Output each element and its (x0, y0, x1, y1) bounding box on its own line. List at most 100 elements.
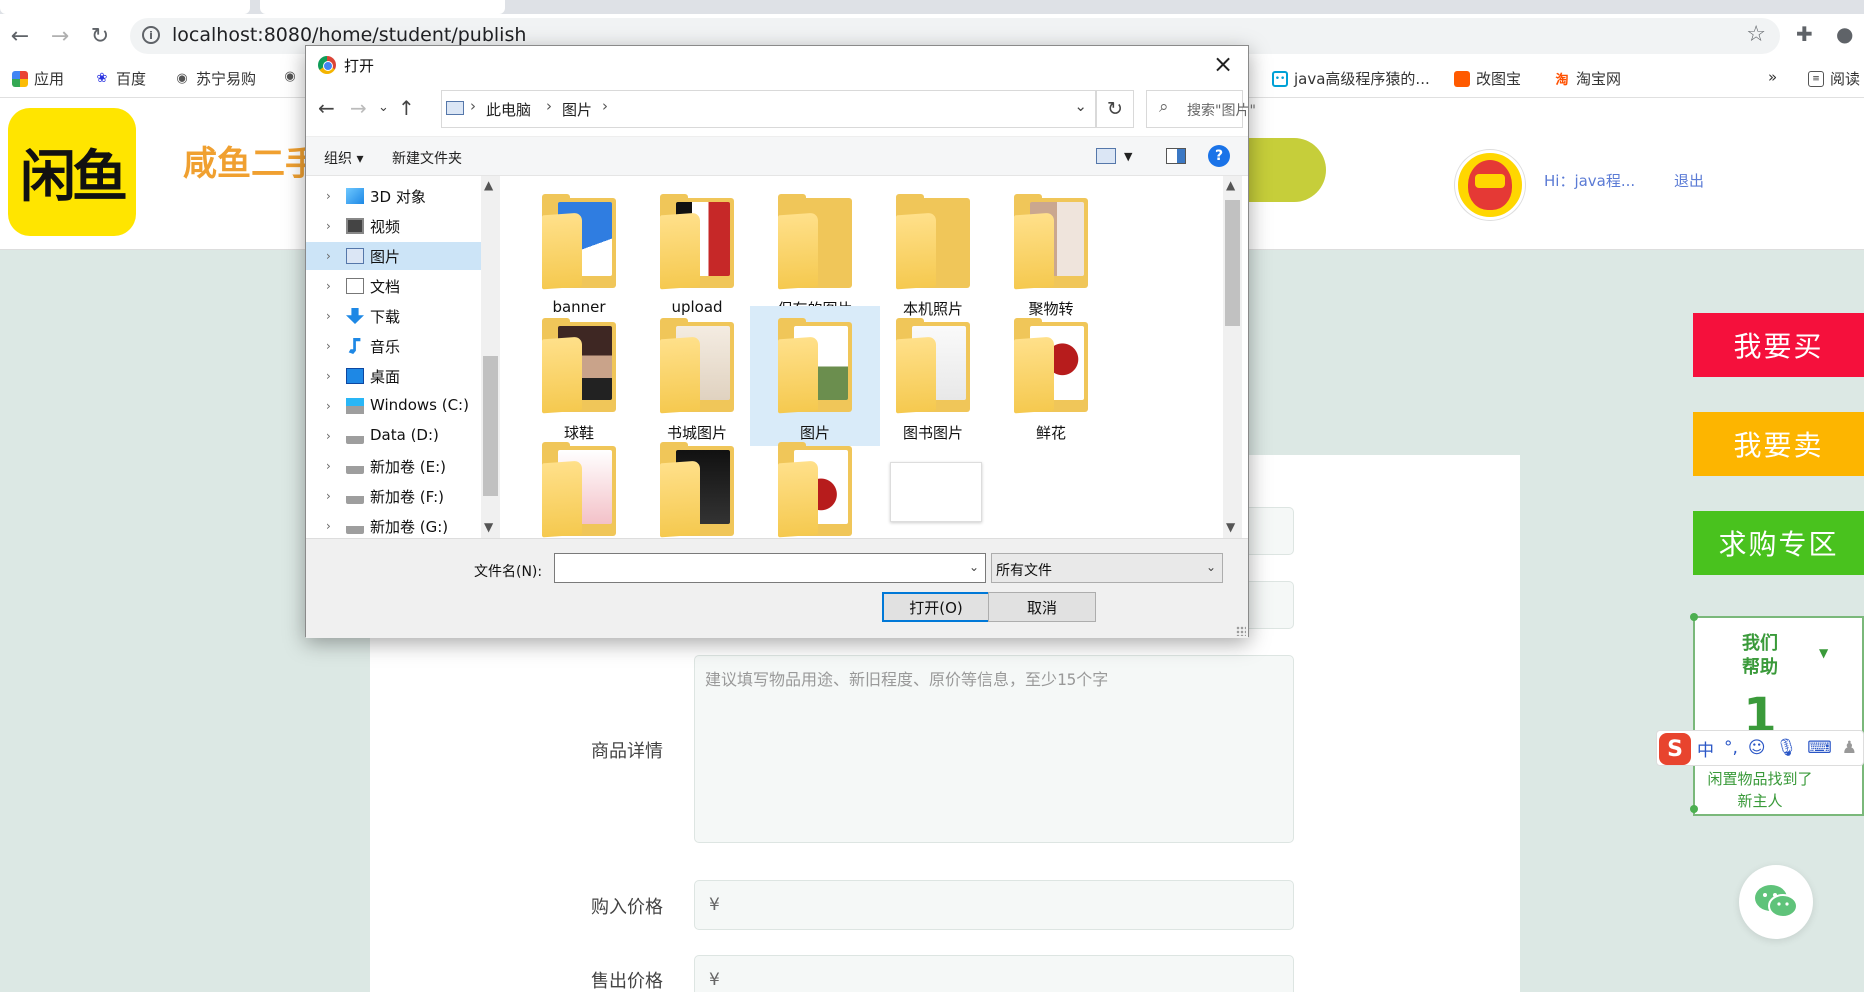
tree-scrollbar[interactable]: ▲ ▼ (481, 176, 500, 538)
emoji-icon[interactable]: ☺ (1748, 738, 1766, 758)
tree-item[interactable]: › 新加卷 (G:) (306, 512, 481, 540)
organize-button[interactable]: 组织 ▾ (324, 148, 363, 168)
chevron-right-icon[interactable]: › (470, 97, 476, 115)
folder-item[interactable]: 图片 (750, 306, 880, 446)
folder-item[interactable] (750, 430, 880, 538)
bookmark-gaitubao[interactable]: 改图宝 (1454, 68, 1521, 89)
scroll-thumb[interactable] (1225, 200, 1240, 326)
breadcrumb-pictures[interactable]: 图片 (562, 99, 592, 120)
folder-item[interactable]: 图书图片 (868, 306, 998, 446)
chevron-right-icon[interactable]: › (326, 369, 331, 383)
chevron-right-icon[interactable]: › (326, 219, 331, 233)
site-info-icon[interactable]: i (142, 26, 160, 44)
extensions-icon[interactable]: ✚ (1796, 22, 1813, 46)
help-icon[interactable]: ? (1208, 145, 1230, 167)
folder-item[interactable]: 保存的图片 (750, 182, 880, 322)
filename-input[interactable]: ⌄ (554, 553, 986, 583)
help-widget[interactable]: 我们 帮助 ▼ 1 闲置物品找到了 新主人 (1690, 613, 1864, 816)
browser-tab-active[interactable] (260, 0, 505, 14)
buy-button[interactable]: 我要买 (1693, 313, 1864, 377)
keyboard-icon[interactable]: ⌨ (1807, 738, 1832, 758)
browser-tab[interactable] (0, 0, 250, 14)
sogou-s-icon[interactable]: S (1659, 733, 1691, 765)
chevron-right-icon[interactable]: › (326, 519, 331, 533)
scroll-thumb[interactable] (483, 356, 498, 496)
open-button[interactable]: 打开(O) (882, 592, 990, 622)
tree-item[interactable]: › Windows (C:) (306, 392, 481, 420)
bookmarks-more-button[interactable]: » (1768, 68, 1777, 86)
bookmark-suning[interactable]: ◉ 苏宁易购 (174, 68, 256, 89)
avatar[interactable] (1455, 150, 1525, 220)
folder-item[interactable]: 鲜花 (986, 306, 1116, 446)
tree-item[interactable]: › 视频 (306, 212, 481, 240)
bookmark-java[interactable]: •• java高级程序猿的... (1272, 68, 1430, 89)
view-dropdown-icon[interactable]: ▼ (1124, 150, 1132, 163)
user-icon[interactable]: ♟ (1842, 738, 1857, 758)
chevron-right-icon[interactable]: › (326, 489, 331, 503)
folder-item[interactable]: banner (514, 182, 644, 322)
recent-dropdown-icon[interactable]: ⌄ (378, 100, 389, 115)
resize-grip-icon[interactable] (1236, 626, 1246, 636)
chevron-right-icon[interactable]: › (326, 429, 331, 443)
wanted-button[interactable]: 求购专区 (1693, 511, 1864, 575)
folder-item[interactable] (514, 430, 644, 538)
chevron-right-icon[interactable]: › (326, 459, 331, 473)
tree-item[interactable]: › 文档 (306, 272, 481, 300)
back-icon[interactable]: ← (6, 22, 34, 50)
chevron-right-icon[interactable]: › (326, 339, 331, 353)
filetype-select[interactable]: 所有文件 ⌄ (991, 553, 1223, 583)
tree-item[interactable]: › 下载 (306, 302, 481, 330)
grid-scrollbar[interactable]: ▲ ▼ (1223, 176, 1242, 538)
image-file-thumbnail[interactable] (890, 462, 982, 522)
bookmark-apps[interactable]: 应用 (12, 68, 64, 89)
reading-list-button[interactable]: ≡ 阅读 (1808, 68, 1860, 89)
dialog-search[interactable]: ⌕ 搜索"图片" (1146, 90, 1256, 128)
chevron-right-icon[interactable]: › (326, 279, 331, 293)
ime-toolbar[interactable]: S 中 °, ☺ 🎙 ⌨ ♟ (1656, 730, 1864, 766)
bookmark-globe[interactable]: ◉ (282, 68, 298, 84)
chevron-right-icon[interactable]: › (326, 249, 331, 263)
folder-item[interactable]: upload (632, 182, 762, 322)
folder-item[interactable]: 聚物转 (986, 182, 1116, 322)
folder-item[interactable] (632, 430, 762, 538)
url-text[interactable]: localhost:8080/home/student/publish (172, 24, 526, 46)
logout-link[interactable]: 退出 (1674, 170, 1704, 191)
tree-item[interactable]: › 桌面 (306, 362, 481, 390)
up-arrow-icon[interactable]: ↑ (398, 96, 415, 120)
microphone-icon[interactable]: 🎙 (1776, 738, 1798, 758)
chevron-down-icon[interactable]: ⌄ (1074, 97, 1087, 115)
tree-item[interactable]: › 3D 对象 (306, 182, 481, 210)
site-logo[interactable]: 闲鱼 (8, 108, 136, 236)
breadcrumb[interactable]: › 此电脑 › 图片 › ⌄ (441, 90, 1096, 128)
bookmark-taobao[interactable]: 淘 淘宝网 (1554, 68, 1621, 89)
scroll-down-icon[interactable]: ▼ (1226, 520, 1235, 534)
buy-price-input[interactable]: ¥ (694, 880, 1294, 930)
bookmark-baidu[interactable]: ❀ 百度 (94, 68, 146, 89)
tree-item[interactable]: › 新加卷 (E:) (306, 452, 481, 480)
folder-item[interactable]: 本机照片 (868, 182, 998, 322)
scroll-down-icon[interactable]: ▼ (484, 520, 493, 534)
close-icon[interactable]: × (1208, 50, 1238, 78)
forward-icon[interactable]: → (46, 22, 74, 50)
user-greeting[interactable]: Hi：java程... (1544, 170, 1635, 191)
refresh-icon[interactable]: ↻ (1096, 90, 1134, 128)
chevron-right-icon[interactable]: › (546, 97, 552, 115)
sell-button[interactable]: 我要卖 (1693, 412, 1864, 476)
tree-item[interactable]: › Data (D:) (306, 422, 481, 450)
profile-icon[interactable]: ● (1836, 22, 1853, 46)
chevron-right-icon[interactable]: › (326, 189, 331, 203)
wechat-button[interactable] (1739, 865, 1813, 939)
caret-down-icon[interactable]: ▼ (1819, 646, 1828, 660)
scroll-up-icon[interactable]: ▲ (484, 178, 493, 192)
chevron-right-icon[interactable]: › (602, 97, 608, 115)
dialog-titlebar[interactable]: 打开 × (306, 46, 1248, 84)
new-folder-button[interactable]: 新建文件夹 (392, 148, 462, 168)
breadcrumb-this-pc[interactable]: 此电脑 (486, 99, 531, 120)
chevron-down-icon[interactable]: ⌄ (1206, 560, 1216, 574)
folder-item[interactable]: 球鞋 (514, 306, 644, 446)
tree-item[interactable]: › 新加卷 (F:) (306, 482, 481, 510)
chevron-right-icon[interactable]: › (326, 309, 331, 323)
ime-mode[interactable]: 中 (1697, 736, 1714, 761)
detail-textarea[interactable]: 建议填写物品用途、新旧程度、原价等信息，至少15个字 (694, 655, 1294, 843)
folder-item[interactable]: 书城图片 (632, 306, 762, 446)
